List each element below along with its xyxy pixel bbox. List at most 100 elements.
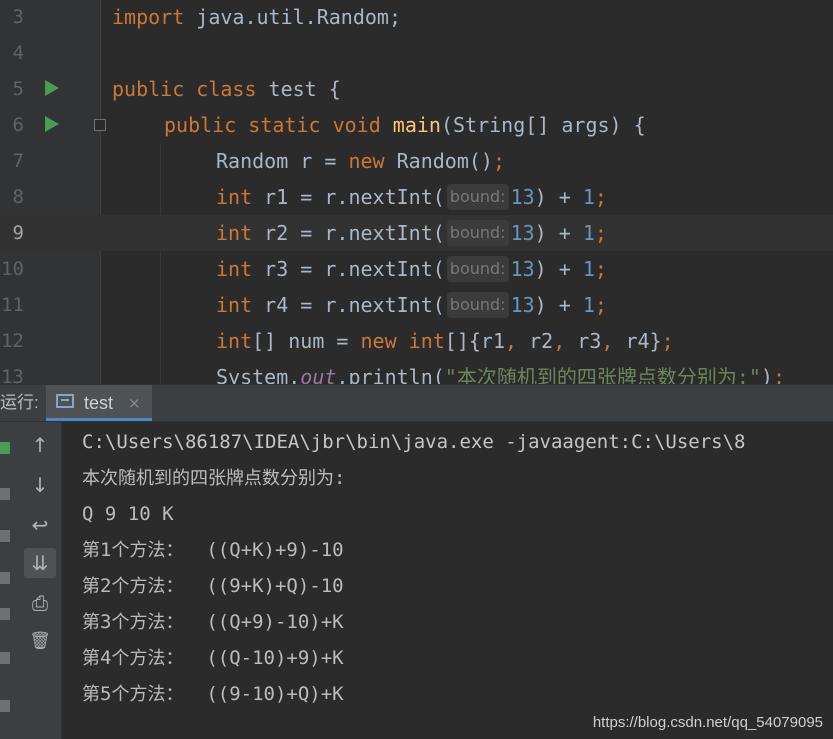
code-token: r4 = r.nextInt( [264, 293, 445, 317]
line-number[interactable]: 10 [0, 251, 24, 287]
run-tab-test[interactable]: test × [46, 385, 152, 421]
run-main-icon[interactable] [45, 116, 59, 132]
line-number[interactable]: 9 [0, 215, 24, 251]
code-token: ) + [534, 221, 583, 245]
console-line: Q 9 10 K [82, 503, 174, 525]
code-text[interactable]: System.out.println("本次随机到的四张牌点数分别为:"); [216, 359, 785, 384]
pin-icon[interactable] [0, 530, 10, 542]
console-line: 本次随机到的四张牌点数分别为: [82, 467, 346, 489]
code-token: Random r = [216, 149, 349, 173]
arrow-down-icon[interactable]: ↓ [24, 470, 56, 500]
code-line[interactable]: 8 int r1 = r.nextInt(bound: 13) + 1; [0, 179, 833, 215]
code-token: "本次随机到的四张牌点数分别为:" [444, 365, 761, 384]
rerun-icon[interactable] [0, 442, 10, 454]
code-line[interactable]: 3 import java.util.Random; [0, 0, 833, 35]
line-number[interactable]: 13 [0, 359, 24, 384]
code-line[interactable]: 11 int r4 = r.nextInt(bound: 13) + 1; [0, 287, 833, 323]
code-text[interactable]: Random r = new Random(); [216, 143, 505, 179]
code-text[interactable]: int r2 = r.nextInt(bound: 13) + 1; [216, 215, 607, 251]
code-token: r1 = r.nextInt( [264, 185, 445, 209]
code-token: ) + [534, 257, 583, 281]
code-token: ; [661, 329, 674, 353]
line-number[interactable]: 7 [0, 143, 24, 179]
code-token: out [300, 365, 337, 384]
code-token: .println( [336, 365, 445, 384]
run-class-icon[interactable] [45, 80, 59, 96]
code-token: int [216, 329, 253, 353]
line-number[interactable]: 4 [0, 35, 24, 71]
scroll-to-end-icon[interactable]: ⇊ [24, 548, 56, 578]
code-text[interactable]: public static void main(String[] args) { [164, 107, 646, 143]
stop-icon[interactable] [0, 488, 10, 500]
code-token: 1 [582, 185, 595, 209]
code-token: 13 [510, 221, 535, 245]
code-token: ) + [534, 185, 583, 209]
line-number[interactable]: 3 [0, 0, 24, 35]
code-text[interactable]: import java.util.Random; [112, 0, 401, 35]
code-line[interactable]: 5 public class test { [0, 71, 833, 107]
line-number[interactable]: 11 [0, 287, 24, 323]
watermark: https://blog.csdn.net/qq_54079095 [592, 714, 823, 731]
code-token: (String[] args) { [440, 113, 646, 137]
code-token: ; [594, 257, 607, 281]
code-line[interactable]: 7 Random r = new Random(); [0, 143, 833, 179]
code-token: 1 [582, 293, 595, 317]
code-token: ; [594, 221, 607, 245]
console-line: 第5个方法： ((9-10)+Q)+K [82, 683, 344, 705]
line-number[interactable]: 6 [0, 107, 24, 143]
code-token: 1 [582, 257, 595, 281]
code-token: Random() [396, 149, 493, 173]
code-line[interactable]: 10 int r3 = r.nextInt(bound: 13) + 1; [0, 251, 833, 287]
trash-icon[interactable]: 🗑 [24, 626, 56, 656]
line-number[interactable]: 12 [0, 323, 24, 359]
console-toolbar: ↑ ↓ ↩ ⇊ ⎙ 🗑 [16, 422, 62, 739]
console-line: 第2个方法： ((9+K)+Q)-10 [82, 575, 344, 597]
code-token: r2 [529, 329, 554, 353]
code-token: r3 [577, 329, 602, 353]
code-line[interactable]: 12 int[] num = new int[]{r1, r2, r3, r4}; [0, 323, 833, 359]
soft-wrap-icon[interactable]: ↩ [24, 510, 56, 540]
code-token: r3 = r.nextInt( [264, 257, 445, 281]
code-text[interactable]: int r1 = r.nextInt(bound: 13) + 1; [216, 179, 607, 215]
print-icon[interactable]: ⎙ [24, 588, 56, 618]
line-number[interactable]: 8 [0, 179, 24, 215]
code-line[interactable]: 9 int r2 = r.nextInt(bound: 13) + 1; [0, 215, 833, 251]
line-number[interactable]: 5 [0, 71, 24, 107]
arrow-up-icon[interactable]: ↑ [24, 430, 56, 460]
code-token: ) [760, 365, 773, 384]
code-token: , [553, 329, 578, 353]
fold-icon[interactable] [94, 119, 106, 131]
code-token: main [392, 113, 441, 137]
code-token: ; [772, 365, 786, 384]
close-icon[interactable]: × [128, 385, 141, 421]
code-token: 13 [510, 185, 535, 209]
code-token: new int [360, 329, 445, 353]
code-token: ; [492, 149, 505, 173]
code-line[interactable]: 13 System.out.println("本次随机到的四张牌点数分别为:"); [0, 359, 833, 384]
run-panel-label: 运行: [0, 393, 39, 412]
console-line: 第4个方法： ((Q-10)+9)+K [82, 647, 344, 669]
code-text[interactable]: int r4 = r.nextInt(bound: 13) + 1; [216, 287, 607, 323]
layout-icon[interactable] [0, 572, 10, 584]
code-token: 13 [510, 257, 535, 281]
code-token: ; [594, 293, 607, 317]
code-text[interactable]: int[] num = new int[]{r1, r2, r3, r4}; [216, 323, 674, 359]
restore-icon[interactable] [0, 608, 10, 620]
code-token: , [505, 329, 530, 353]
console-line: 第3个方法： ((Q+9)-10)+K [82, 611, 344, 633]
code-text[interactable]: public class test { [112, 71, 341, 107]
code-token: java.util.Random; [196, 5, 401, 29]
code-token: int [216, 185, 265, 209]
code-token: public static void [164, 113, 393, 137]
code-editor[interactable]: 3 import java.util.Random; 4 5 public class … [0, 0, 833, 384]
code-text[interactable]: int r3 = r.nextInt(bound: 13) + 1; [216, 251, 607, 287]
parameter-hint: bound: [446, 256, 509, 282]
code-token: r4} [625, 329, 662, 353]
code-token: int [216, 257, 265, 281]
code-line[interactable]: 6 public static void main(String[] args) … [0, 107, 833, 143]
parameter-hint: bound: [446, 292, 509, 318]
settings-icon[interactable] [0, 652, 10, 664]
code-line[interactable]: 4 [0, 35, 833, 71]
run-console: ↑ ↓ ↩ ⇊ ⎙ 🗑 C:\Users\86187\IDEA\jbr\bin\… [0, 422, 833, 739]
expand-icon[interactable] [0, 700, 10, 712]
